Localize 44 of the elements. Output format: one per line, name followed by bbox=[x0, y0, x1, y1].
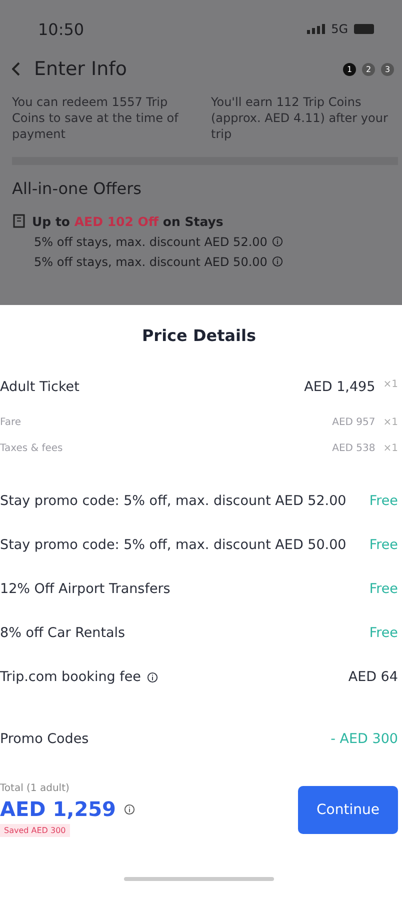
price-label: Stay promo code: 5% off, max. discount AED 50.00 bbox=[0, 537, 346, 553]
trip-coins-note: You can redeem 1557 Trip Coins to save at the time of payment bbox=[12, 94, 180, 143]
network-label: 5G bbox=[331, 22, 348, 36]
trip-coins-note: You'll earn 112 Trip Coins (approx. AED 4.11) after your trip bbox=[211, 94, 389, 143]
sheet-title: Price Details bbox=[140, 324, 258, 346]
offer-item: 5% off stays, max. discount AED 52.00 bbox=[34, 234, 268, 249]
back-icon[interactable] bbox=[12, 62, 20, 76]
quantity: ×1 bbox=[383, 379, 398, 392]
price-value: AED 1,495 bbox=[304, 379, 376, 395]
info-icon[interactable] bbox=[124, 804, 135, 814]
total-label: Total (1 adult) bbox=[0, 783, 70, 794]
price-value: Free bbox=[369, 625, 398, 641]
price-value: Free bbox=[369, 581, 398, 597]
price-value: AED 957 bbox=[332, 416, 376, 428]
continue-button[interactable]: Continue bbox=[298, 786, 398, 834]
quantity: ×1 bbox=[383, 442, 398, 454]
offer-headline: Up to AED 102 Off on Stays bbox=[32, 214, 224, 229]
price-value: AED 538 bbox=[332, 442, 376, 454]
step-indicator: 1 bbox=[343, 62, 356, 76]
status-time: 10:50 bbox=[38, 20, 84, 38]
step-indicator: 3 bbox=[381, 62, 394, 76]
price-value: AED 64 bbox=[348, 669, 398, 685]
offer-item: 5% off stays, max. discount AED 50.00 bbox=[34, 254, 268, 269]
hotel-icon bbox=[12, 214, 26, 228]
price-label: 12% Off Airport Transfers bbox=[0, 581, 170, 597]
total-amount: AED 1,259 bbox=[0, 797, 116, 821]
price-label: Trip.com booking fee bbox=[0, 669, 141, 685]
price-label: Promo Codes bbox=[0, 731, 89, 747]
price-value: - AED 300 bbox=[330, 731, 398, 747]
page-title: Enter Info bbox=[34, 58, 127, 80]
quantity: ×1 bbox=[383, 416, 398, 428]
price-label: Taxes & fees bbox=[0, 442, 63, 454]
price-value: Free bbox=[369, 493, 398, 509]
price-value: Free bbox=[369, 537, 398, 553]
price-label: Adult Ticket bbox=[0, 379, 80, 395]
info-icon[interactable] bbox=[147, 672, 158, 682]
signal-icon bbox=[307, 24, 326, 34]
price-label: Stay promo code: 5% off, max. discount AED 52.00 bbox=[0, 493, 346, 509]
offers-title: All-in-one Offers bbox=[12, 178, 142, 198]
battery-icon bbox=[354, 24, 376, 34]
saved-badge: Saved AED 300 bbox=[0, 824, 70, 837]
price-label: 8% off Car Rentals bbox=[0, 625, 126, 641]
step-indicator: 2 bbox=[362, 62, 375, 76]
price-label: Fare bbox=[0, 416, 22, 428]
